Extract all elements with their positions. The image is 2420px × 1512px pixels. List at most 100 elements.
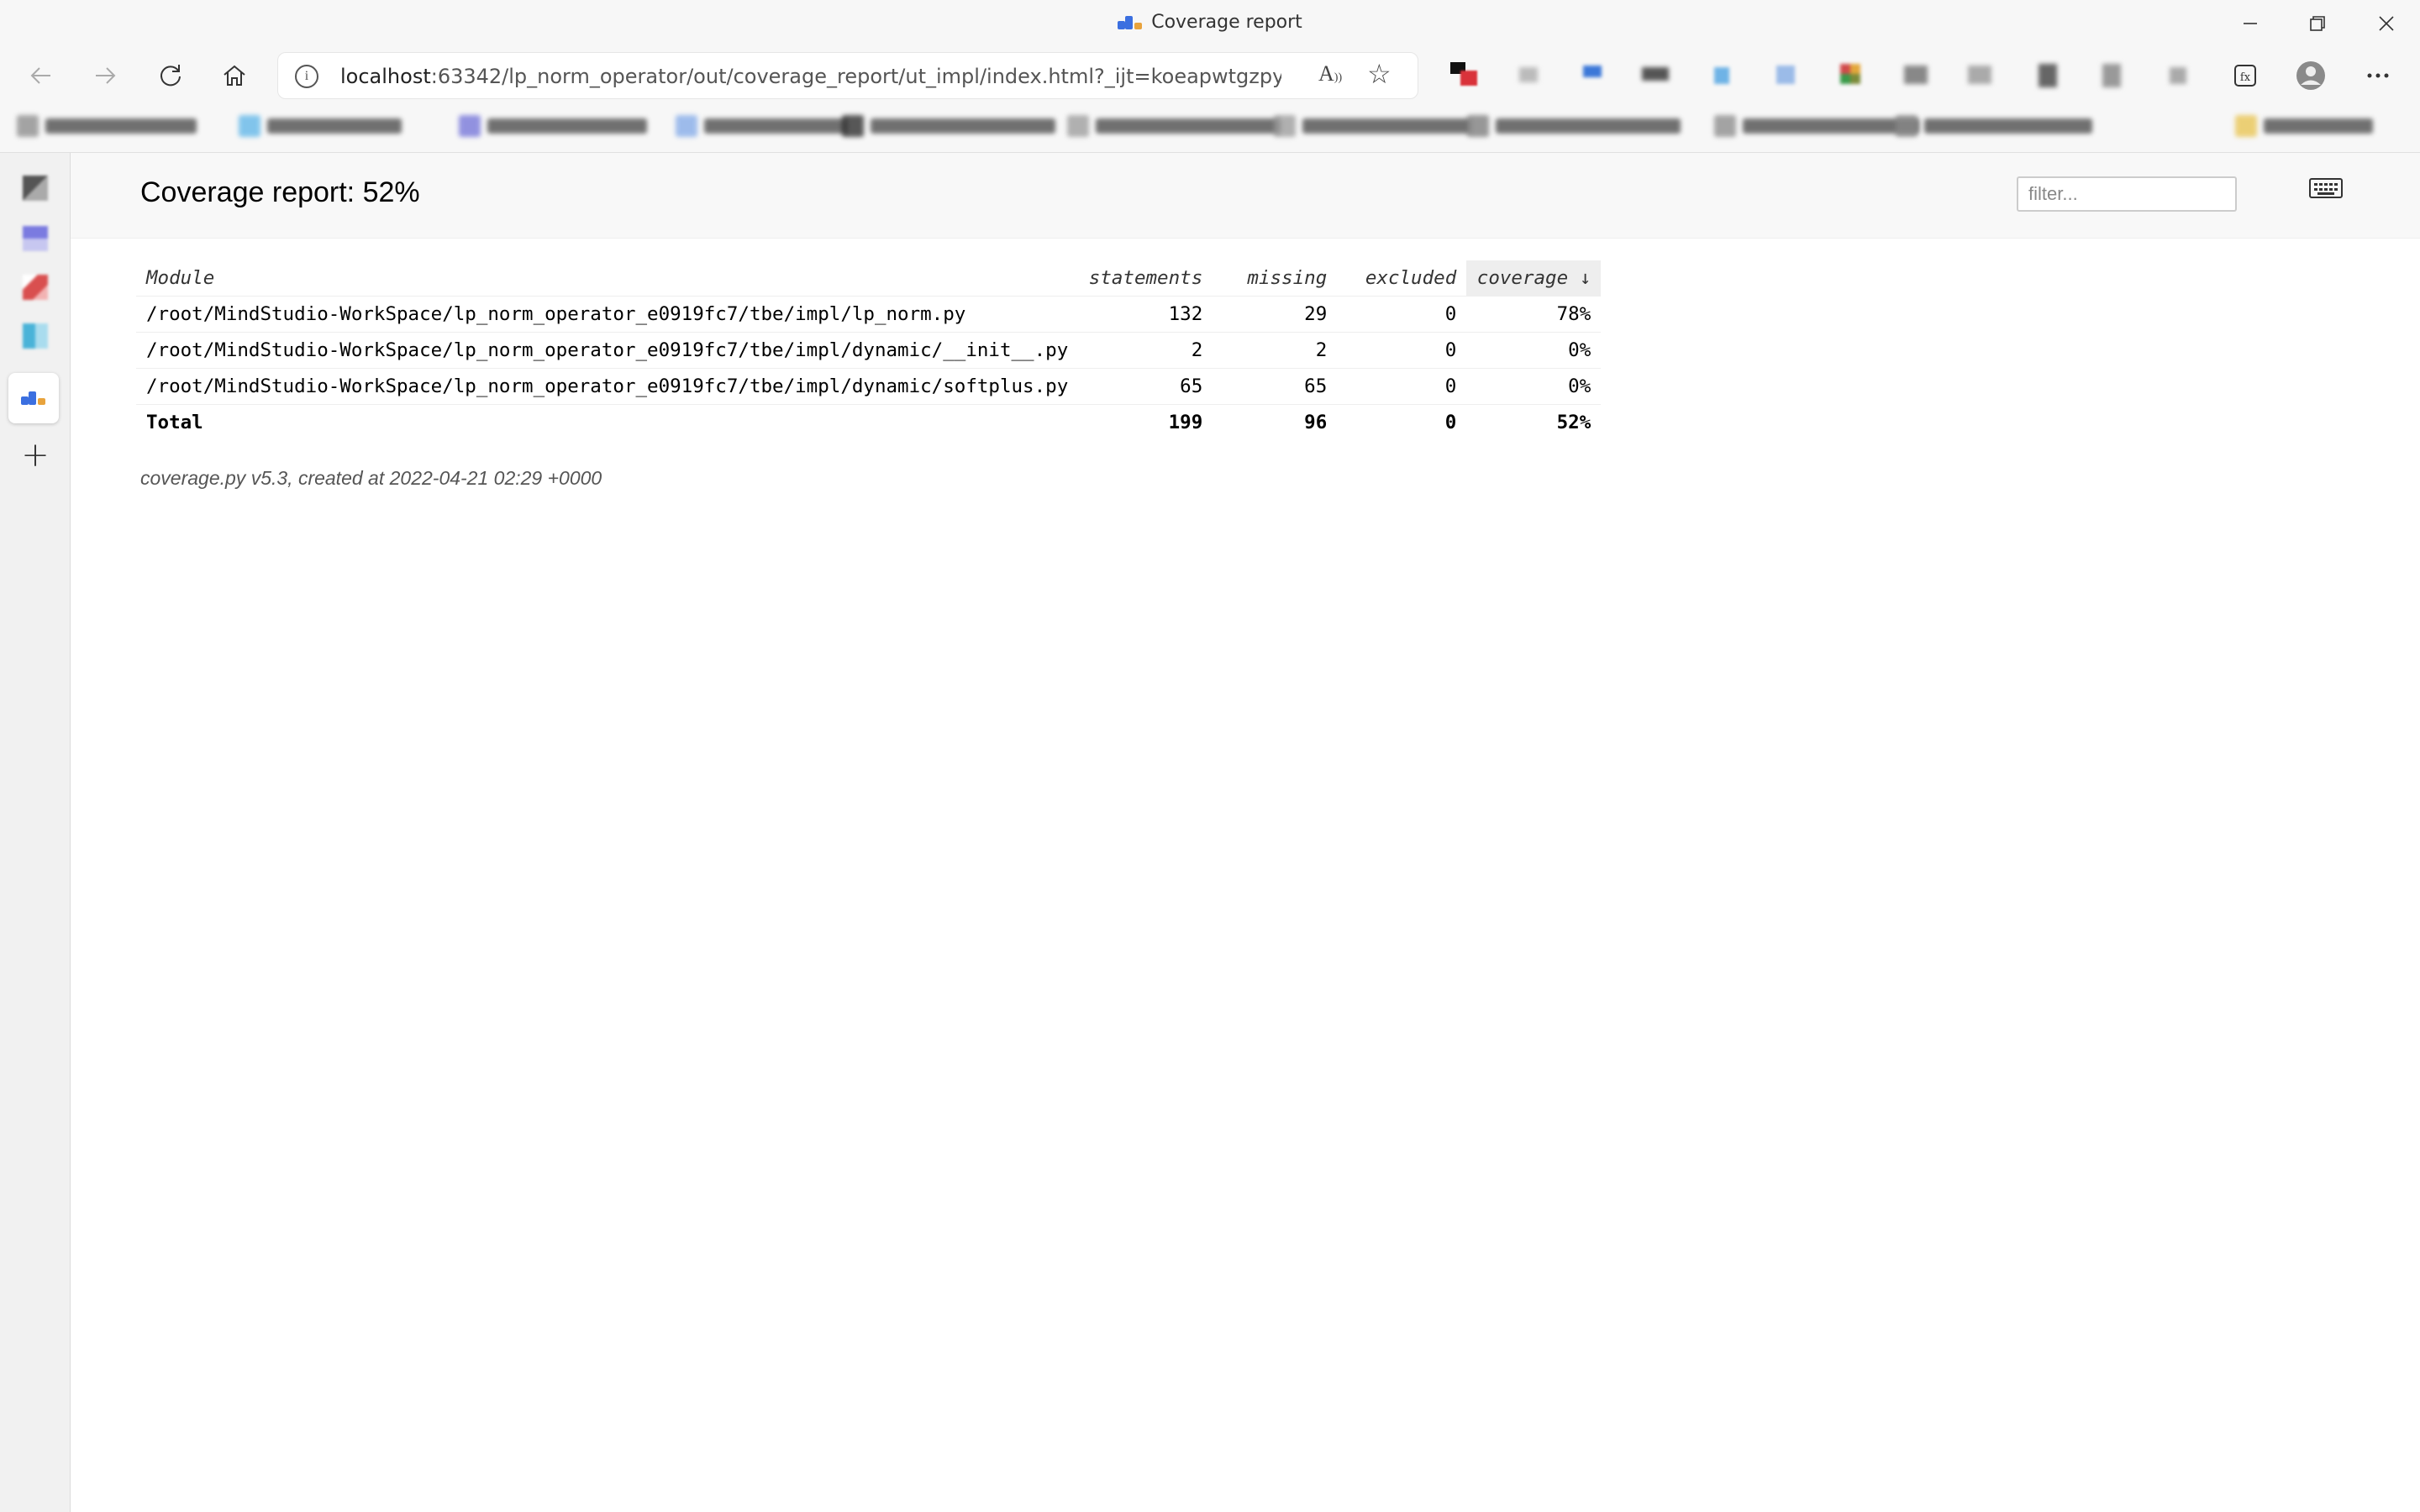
read-aloud-icon[interactable]: A)) (1318, 61, 1342, 87)
column-header-coverage[interactable]: coverage ↓ (1466, 260, 1602, 296)
extension-icon[interactable] (1899, 59, 1933, 92)
extension-icon[interactable] (2096, 59, 2129, 92)
svg-text:fx: fx (2240, 71, 2251, 84)
profile-avatar[interactable] (2294, 59, 2328, 92)
read-aloud-glyph: A (1318, 61, 1334, 86)
refresh-icon (160, 65, 181, 87)
statements-cell: 2 (1078, 331, 1213, 368)
add-icon[interactable]: + (17, 438, 54, 475)
total-statements: 199 (1078, 403, 1213, 440)
coverage-cell: 0% (1466, 331, 1602, 368)
bookmark-item[interactable] (1274, 113, 1470, 139)
address-bar[interactable]: i localhost:63342/lp_norm_operator/out/c… (277, 52, 1418, 99)
coverage-tab-icon (21, 391, 46, 405)
extension-icon[interactable] (1447, 59, 1481, 92)
home-button[interactable] (212, 55, 257, 96)
forward-arrow-icon (96, 67, 116, 84)
coverage-favicon-icon (1118, 16, 1143, 29)
excluded-cell: 0 (1337, 367, 1467, 404)
sidebar-app-icon[interactable] (15, 218, 55, 259)
extension-icon[interactable] (1963, 59, 1996, 92)
column-header-missing[interactable]: missing (1213, 260, 1337, 296)
coverage-table: Module statements missing excluded cover… (136, 260, 1602, 440)
sidebar-app-icon[interactable] (15, 168, 55, 208)
extension-icon[interactable] (1770, 59, 1803, 92)
url-text[interactable]: localhost:63342/lp_norm_operator/out/cov… (340, 65, 1281, 88)
sidebar-coverage-tab[interactable] (8, 373, 59, 423)
extension-icon[interactable] (1639, 59, 1672, 92)
url-path: :63342/lp_norm_operator/out/coverage_rep… (430, 65, 1281, 88)
report-footer: coverage.py v5.3, created at 2022-04-21 … (140, 467, 602, 489)
more-menu-icon[interactable] (2361, 59, 2395, 92)
module-link[interactable]: /root/MindStudio-WorkSpace/lp_norm_opera… (136, 295, 1079, 332)
bookmark-item[interactable] (17, 113, 197, 139)
add-favorite-icon[interactable]: ☆ (1367, 58, 1392, 90)
sidebar-app-icon[interactable] (15, 316, 55, 356)
bookmark-item[interactable] (239, 113, 402, 139)
extension-icon[interactable] (2032, 59, 2065, 92)
home-icon (224, 65, 245, 86)
extension-icon[interactable] (2161, 59, 2195, 92)
url-host: localhost (340, 65, 431, 88)
filter-input[interactable] (2017, 176, 2237, 212)
back-arrow-icon (30, 67, 50, 84)
module-link[interactable]: /root/MindStudio-WorkSpace/lp_norm_opera… (136, 331, 1079, 368)
bookmark-item[interactable] (1467, 113, 1681, 139)
report-header: Coverage report: 52% (71, 153, 2420, 239)
page-title: Coverage report: 52% (140, 176, 420, 208)
extension-icon[interactable] (1706, 59, 1739, 92)
table-row: /root/MindStudio-WorkSpace/lp_norm_opera… (136, 331, 1602, 368)
statements-cell: 132 (1078, 295, 1213, 332)
browser-sidebar: + (0, 153, 71, 1512)
excluded-cell: 0 (1337, 295, 1467, 332)
minimize-button[interactable] (2217, 7, 2284, 40)
column-header-excluded[interactable]: excluded (1337, 260, 1466, 296)
bookmark-item[interactable] (459, 113, 647, 139)
module-link[interactable]: /root/MindStudio-WorkSpace/lp_norm_opera… (136, 367, 1079, 404)
total-row: Total 199 96 0 52% (136, 403, 1602, 440)
total-missing: 96 (1213, 403, 1338, 440)
bookmark-item[interactable] (1067, 113, 1281, 139)
bookmarks-bar (0, 101, 2420, 153)
total-coverage: 52% (1466, 403, 1602, 440)
missing-cell: 65 (1213, 367, 1338, 404)
missing-cell: 29 (1213, 295, 1338, 332)
table-row: /root/MindStudio-WorkSpace/lp_norm_opera… (136, 295, 1602, 332)
navigation-bar: i localhost:63342/lp_norm_operator/out/c… (0, 49, 2420, 101)
window-title: Coverage report (0, 12, 2420, 33)
math-solver-icon[interactable]: fx (2228, 59, 2262, 92)
close-window-button[interactable] (2353, 7, 2420, 40)
bookmark-item[interactable] (842, 113, 1055, 139)
table-header-row: Module statements missing excluded cover… (136, 260, 1602, 296)
forward-button[interactable] (82, 55, 128, 96)
coverage-cell: 0% (1466, 367, 1602, 404)
window-title-text: Coverage report (1151, 12, 1302, 33)
restore-button[interactable] (2284, 7, 2351, 40)
bookmark-item[interactable] (676, 113, 847, 139)
restore-icon (2310, 16, 2325, 31)
site-info-icon[interactable]: i (295, 65, 318, 88)
total-excluded: 0 (1337, 403, 1467, 440)
back-button[interactable] (18, 55, 64, 96)
table-row: /root/MindStudio-WorkSpace/lp_norm_opera… (136, 367, 1602, 404)
coverage-cell: 78% (1466, 295, 1602, 332)
window-titlebar: Coverage report (0, 0, 2420, 49)
total-label: Total (136, 403, 1079, 440)
column-header-module[interactable]: Module (136, 260, 1078, 296)
bookmark-item[interactable] (2235, 113, 2373, 139)
keyboard-shortcuts-icon[interactable] (2309, 178, 2343, 198)
excluded-cell: 0 (1337, 331, 1467, 368)
bookmark-item[interactable] (1896, 113, 2092, 139)
refresh-button[interactable] (148, 55, 193, 96)
minimize-icon (2244, 23, 2257, 24)
missing-cell: 2 (1213, 331, 1338, 368)
coverage-report-page: Coverage report: 52% Module statements m… (71, 153, 2420, 1512)
close-icon (2379, 16, 2394, 31)
sidebar-app-icon[interactable] (15, 267, 55, 307)
extension-icon[interactable] (1512, 59, 1546, 92)
bookmark-item[interactable] (1714, 113, 1919, 139)
statements-cell: 65 (1078, 367, 1213, 404)
extension-icon[interactable] (1576, 59, 1610, 92)
extension-icon[interactable] (1833, 59, 1867, 92)
column-header-statements[interactable]: statements (1078, 260, 1213, 296)
